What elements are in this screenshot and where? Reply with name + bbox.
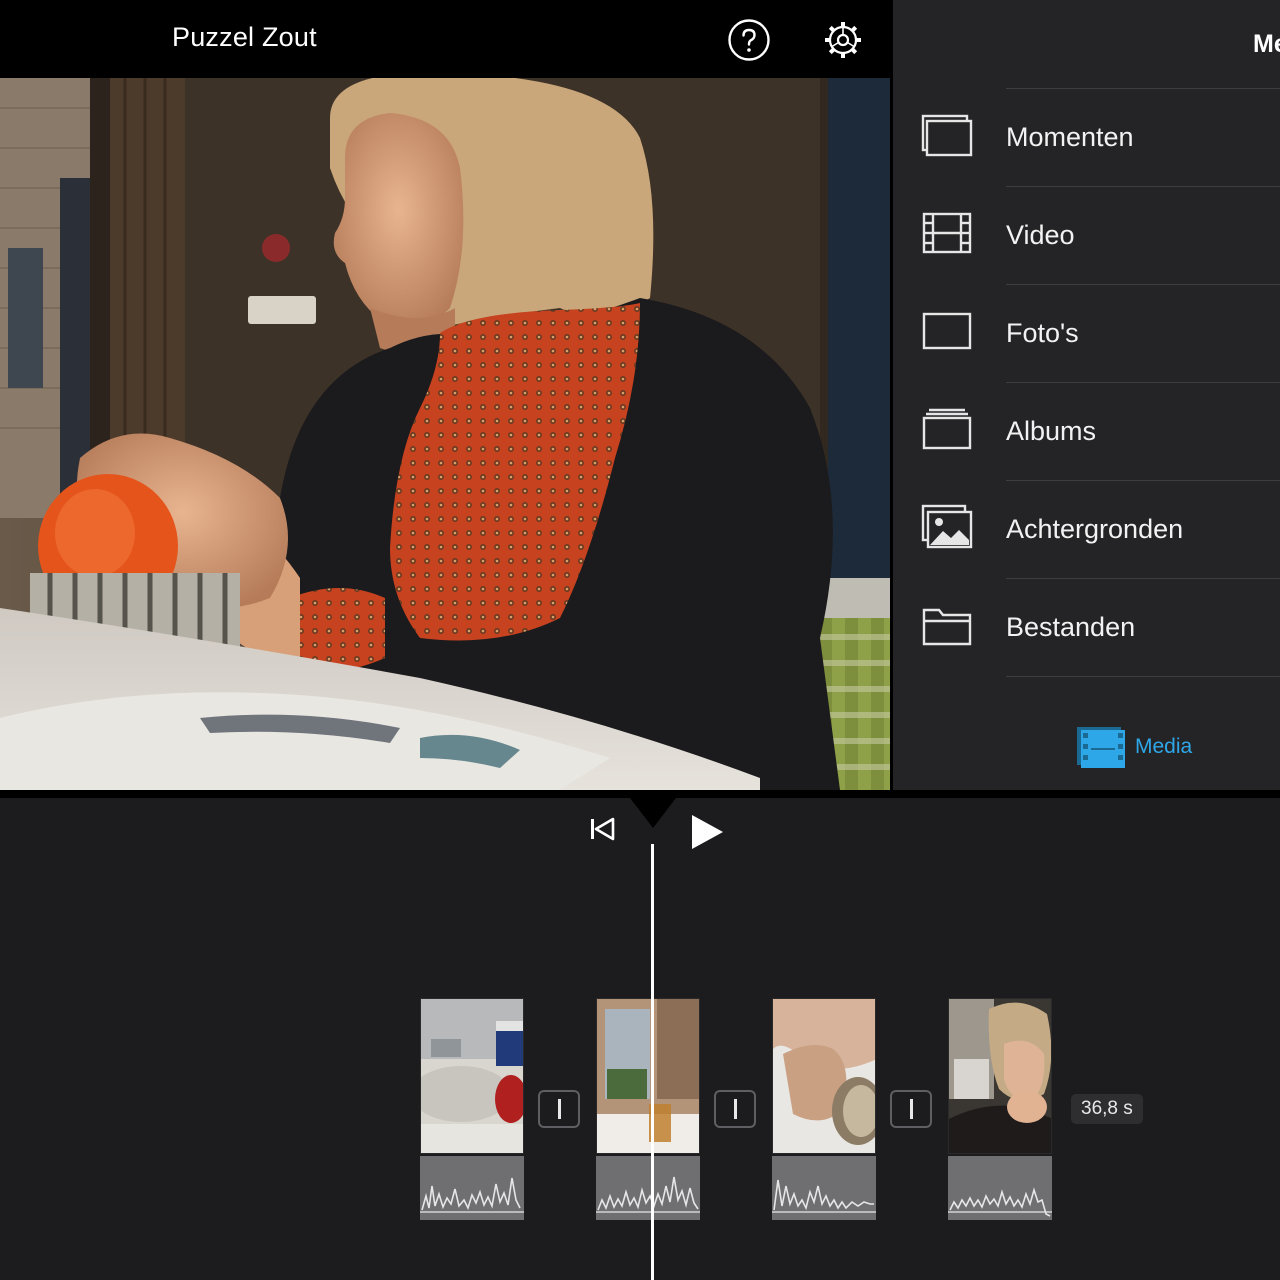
clip-thumbnail <box>420 998 524 1154</box>
divider <box>1006 676 1280 677</box>
clip-thumbnail <box>596 998 700 1154</box>
transition-button[interactable] <box>538 1090 580 1128</box>
category-label: Albums <box>1006 416 1097 446</box>
help-button[interactable] <box>727 18 771 62</box>
timeline-clip-1[interactable] <box>420 998 524 1220</box>
audio-waveform <box>420 1156 524 1220</box>
clip-thumbnail <box>772 998 876 1154</box>
category-label: Momenten <box>1006 122 1134 152</box>
transition-button[interactable] <box>890 1090 932 1128</box>
category-label: Foto's <box>1006 318 1079 348</box>
timeline-clip-3[interactable] <box>772 998 876 1220</box>
category-albums[interactable]: Albums <box>893 382 1280 480</box>
timeline[interactable]: 36,8 s <box>0 798 1280 1280</box>
gear-icon <box>825 22 861 58</box>
transition-icon <box>557 1099 561 1119</box>
video-frame-image <box>0 78 890 790</box>
category-label: Video <box>1006 220 1075 250</box>
question-circle-icon <box>728 19 770 61</box>
audio-waveform <box>948 1156 1052 1220</box>
folder-icon <box>921 602 973 648</box>
project-duration-badge: 36,8 s <box>1071 1094 1143 1124</box>
category-video[interactable]: Video <box>893 186 1280 284</box>
separator <box>0 790 1280 798</box>
panel-title: Media <box>1253 30 1280 58</box>
media-film-icon <box>1077 727 1125 768</box>
audio-waveform <box>596 1156 700 1220</box>
toolbar: Puzzel Zout <box>0 0 890 78</box>
video-preview[interactable] <box>0 78 890 790</box>
transition-icon <box>909 1099 913 1119</box>
audio-waveform <box>772 1156 876 1220</box>
album-icon <box>921 406 973 452</box>
tab-media[interactable]: Media <box>1075 724 1192 770</box>
play-button[interactable] <box>686 810 728 854</box>
category-bestanden[interactable]: Bestanden <box>893 578 1280 676</box>
category-fotos[interactable]: Foto's <box>893 284 1280 382</box>
category-label: Achtergronden <box>1006 514 1184 544</box>
stack-icon <box>921 112 973 158</box>
category-momenten[interactable]: Momenten <box>893 88 1280 186</box>
tab-media-label: Media <box>1135 735 1193 758</box>
project-title: Puzzel Zout <box>172 22 317 52</box>
rectangle-icon <box>921 308 973 354</box>
timeline-clip-4[interactable] <box>948 998 1052 1220</box>
timeline-clip-2[interactable] <box>596 998 700 1220</box>
settings-button[interactable] <box>821 18 865 62</box>
playhead-line[interactable] <box>651 844 654 1280</box>
media-browser-panel: Media Momenten Video <box>890 0 1280 790</box>
clip-thumbnail <box>948 998 1052 1154</box>
transition-icon <box>733 1099 737 1119</box>
play-icon <box>692 815 723 849</box>
image-icon <box>921 504 973 550</box>
skip-to-start-button[interactable] <box>584 812 620 846</box>
film-icon <box>921 210 973 256</box>
category-achtergronden[interactable]: Achtergronden <box>893 480 1280 578</box>
transition-button[interactable] <box>714 1090 756 1128</box>
playhead-marker <box>630 798 676 828</box>
category-label: Bestanden <box>1006 612 1136 642</box>
skip-to-start-icon <box>591 817 615 841</box>
